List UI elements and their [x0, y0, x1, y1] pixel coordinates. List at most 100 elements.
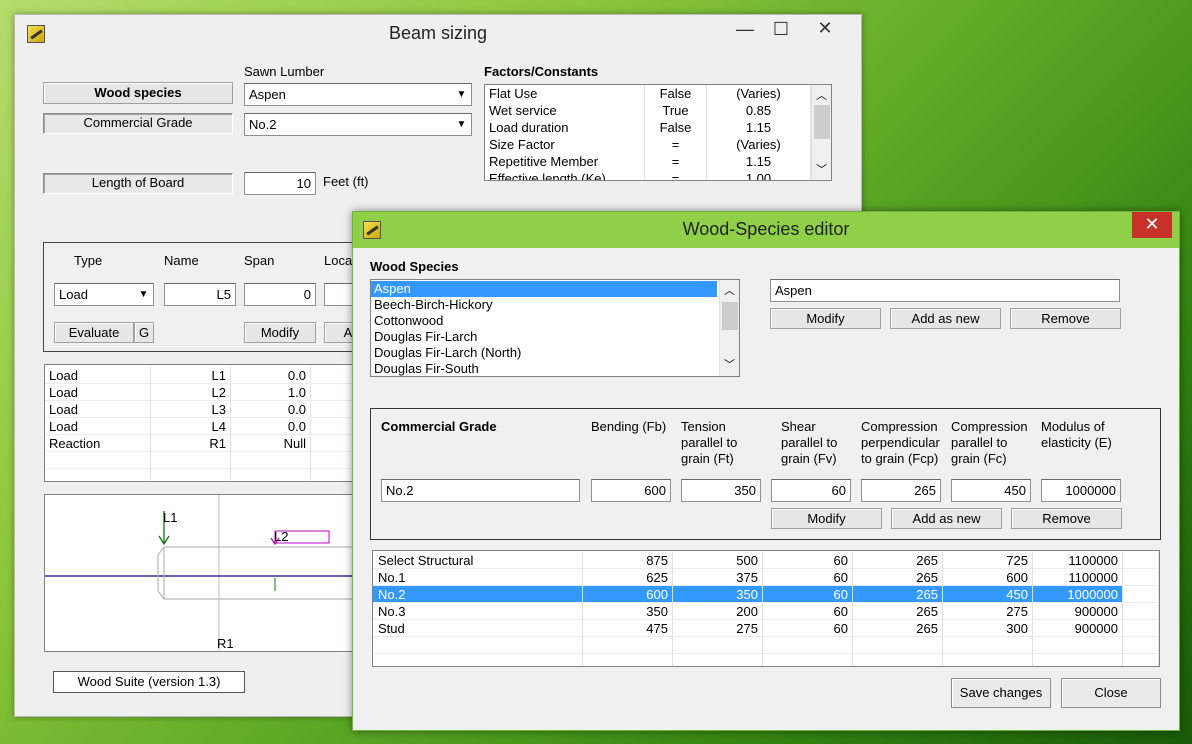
modulus-input[interactable]: 1000000 — [1041, 479, 1121, 502]
label-r1-outer: R1 — [217, 636, 234, 651]
span-input[interactable]: 0 — [244, 283, 316, 306]
compression-parallel-column-label: Compression parallel to grain (Fc) — [951, 419, 1028, 466]
species-list-item[interactable]: Aspen — [371, 281, 717, 297]
chevron-down-icon[interactable]: ▼ — [452, 115, 470, 134]
table-cell: 0.0 — [231, 418, 311, 435]
scroll-thumb[interactable] — [722, 302, 738, 330]
title-bar: Beam sizing — ☐ ✕ — [15, 15, 861, 51]
factors-scrollbar[interactable]: ︿ ﹀ — [811, 85, 831, 180]
close-icon[interactable]: ✕ — [1132, 212, 1172, 238]
tension-input[interactable]: 350 — [681, 479, 761, 502]
table-row[interactable]: Load L3 0.0 — [45, 401, 373, 418]
evaluate-button[interactable]: Evaluate — [54, 322, 134, 343]
remove-grade-button[interactable]: Remove — [1011, 508, 1122, 529]
grade-name-input[interactable]: No.2 — [381, 479, 580, 502]
table-row[interactable]: Reaction R1 Null — [45, 435, 373, 452]
table-cell: 350 — [673, 586, 763, 603]
close-button[interactable]: Close — [1061, 678, 1161, 708]
factors-row[interactable]: Size Factor = (Varies) — [485, 136, 811, 153]
table-row[interactable] — [373, 637, 1159, 654]
table-row[interactable]: Load L1 0.0 — [45, 367, 373, 384]
table-row[interactable]: No.2 600 350 60 265 450 1000000 — [373, 586, 1159, 603]
save-changes-button[interactable]: Save changes — [951, 678, 1051, 708]
tension-column-label: Tension parallel to grain (Ft) — [681, 419, 738, 466]
table-row[interactable]: No.1 625 375 60 265 600 1100000 — [373, 569, 1159, 586]
table-cell: 60 — [763, 603, 853, 620]
chevron-down-icon[interactable]: ▼ — [134, 285, 152, 304]
species-select-value: Aspen — [249, 87, 286, 102]
type-select[interactable]: Load ▼ — [54, 283, 154, 306]
table-cell: No.2 — [373, 586, 583, 603]
factors-cell: 0.85 — [707, 102, 811, 119]
table-row[interactable] — [45, 469, 373, 481]
name-input[interactable]: L5 — [164, 283, 236, 306]
factors-table[interactable]: Flat Use False (Varies) Wet service True 0.85… — [484, 84, 832, 181]
table-cell: Load — [45, 418, 151, 435]
table-cell — [373, 654, 583, 666]
factors-row[interactable]: Repetitive Member = 1.15 — [485, 153, 811, 170]
table-row[interactable]: Load L2 1.0 — [45, 384, 373, 401]
factors-cell: (Varies) — [707, 85, 811, 102]
table-cell: 265 — [853, 586, 943, 603]
minimize-icon[interactable]: — — [731, 19, 759, 40]
species-list-item[interactable]: Beech-Birch-Hickory — [371, 297, 717, 313]
modify-grade-button[interactable]: Modify — [771, 508, 882, 529]
table-cell — [1123, 569, 1159, 586]
factors-row[interactable]: Effective length (Ke) = 1.00 — [485, 170, 811, 180]
compression-perp-input[interactable]: 265 — [861, 479, 941, 502]
g-button[interactable]: G — [134, 322, 154, 343]
compression-parallel-input[interactable]: 450 — [951, 479, 1031, 502]
table-cell — [673, 654, 763, 666]
remove-species-button[interactable]: Remove — [1010, 308, 1121, 329]
add-species-button[interactable]: Add as new — [890, 308, 1001, 329]
chevron-down-icon[interactable]: ﹀ — [816, 161, 827, 177]
species-list-item[interactable]: Cottonwood — [371, 313, 717, 329]
factors-row[interactable]: Wet service True 0.85 — [485, 102, 811, 119]
table-row[interactable]: No.3 350 200 60 265 275 900000 — [373, 603, 1159, 620]
table-cell — [45, 452, 151, 469]
factors-row[interactable]: Flat Use False (Varies) — [485, 85, 811, 102]
factors-cell: False — [645, 85, 707, 102]
grades-table[interactable]: Select Structural 875 500 60 265 725 1100000 No… — [372, 550, 1160, 667]
table-cell: Load — [45, 367, 151, 384]
table-cell — [1033, 637, 1123, 654]
table-cell: 265 — [853, 603, 943, 620]
maximize-icon[interactable]: ☐ — [767, 19, 795, 40]
table-row[interactable] — [45, 452, 373, 469]
species-list-item[interactable]: Douglas Fir-Larch — [371, 329, 717, 345]
species-select[interactable]: Aspen ▼ — [244, 83, 472, 106]
length-input[interactable]: 10 — [244, 172, 316, 195]
chevron-up-icon[interactable]: ︿ — [816, 87, 827, 103]
scroll-thumb[interactable] — [814, 105, 830, 139]
species-name-input[interactable]: Aspen — [770, 279, 1120, 302]
table-row[interactable]: Stud 475 275 60 265 300 900000 — [373, 620, 1159, 637]
modify-species-button[interactable]: Modify — [770, 308, 881, 329]
chevron-down-icon[interactable]: ﹀ — [724, 356, 735, 372]
factors-cell: (Varies) — [707, 136, 811, 153]
grade-select[interactable]: No.2 ▼ — [244, 113, 472, 136]
shear-input[interactable]: 60 — [771, 479, 851, 502]
factors-cell: Wet service — [485, 102, 645, 119]
loads-table[interactable]: Load L1 0.0 Load L2 1.0 Load L3 0.0 Load L4 0.0 Reac… — [44, 364, 374, 482]
factors-row[interactable]: Load duration False 1.15 — [485, 119, 811, 136]
wood-species-button[interactable]: Wood species — [43, 82, 233, 104]
add-grade-button[interactable]: Add as new — [891, 508, 1002, 529]
species-scrollbar[interactable]: ︿ ﹀ — [719, 280, 739, 376]
close-icon[interactable]: ✕ — [811, 18, 839, 39]
table-row[interactable]: Load L4 0.0 — [45, 418, 373, 435]
bending-input[interactable]: 600 — [591, 479, 671, 502]
table-cell: L4 — [151, 418, 231, 435]
species-list-item[interactable]: Douglas Fir-South — [371, 361, 717, 376]
editor-title: Wood-Species editor — [682, 219, 850, 239]
chevron-down-icon[interactable]: ▼ — [452, 85, 470, 104]
species-list-item[interactable]: Douglas Fir-Larch (North) — [371, 345, 717, 361]
label-l2: L2 — [274, 529, 289, 544]
grade-select-value: No.2 — [249, 117, 277, 132]
chevron-up-icon[interactable]: ︿ — [724, 282, 735, 298]
species-list[interactable]: Aspen Beech-Birch-Hickory Cottonwood Dougla… — [370, 279, 740, 377]
length-of-board-label: Length of Board — [43, 173, 233, 194]
table-row[interactable] — [373, 654, 1159, 666]
modify-load-button[interactable]: Modify — [244, 322, 316, 343]
table-row[interactable]: Select Structural 875 500 60 265 725 1100000 — [373, 552, 1159, 569]
factors-cell: 1.15 — [707, 119, 811, 136]
